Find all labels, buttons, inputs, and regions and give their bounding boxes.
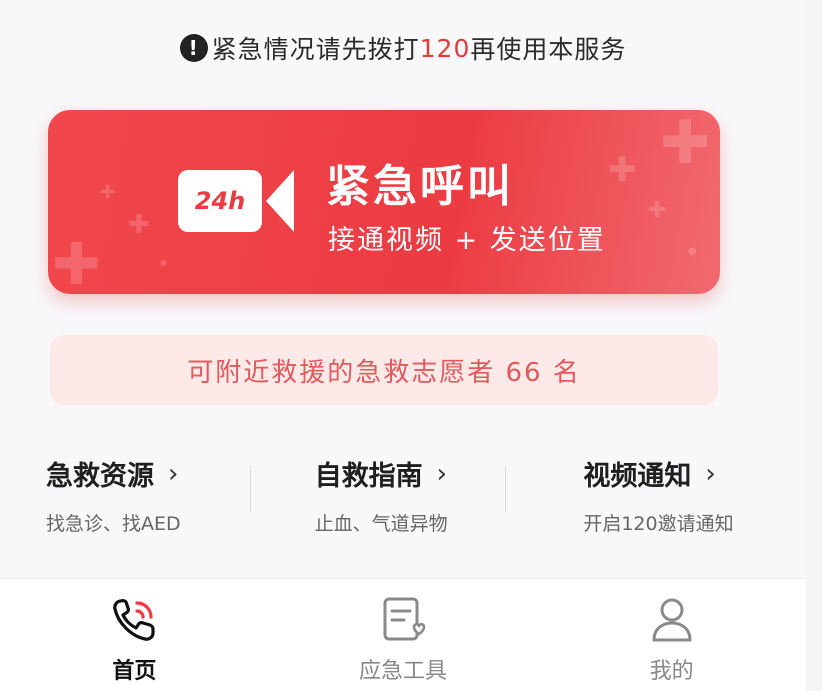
camera-24h-label: 24h <box>194 187 246 215</box>
notice-suffix: 再使用本服务 <box>470 35 627 64</box>
tab-label: 首页 <box>112 659 157 684</box>
cross-decoration-icon: ✚ <box>648 198 667 223</box>
notice-number: 120 <box>419 33 471 63</box>
chevron-right-icon: › <box>436 458 448 489</box>
resource-emergency-resources[interactable]: 急救资源 › 找急诊、找AED <box>0 440 269 550</box>
tab-profile[interactable]: 我的 <box>537 579 806 691</box>
resource-links: 急救资源 › 找急诊、找AED 自救指南 › 止血、气道异物 视频通知 › 开启… <box>0 440 806 550</box>
volunteer-count-banner[interactable]: 可附近救援的急救志愿者 66 名 <box>50 335 718 405</box>
divider <box>250 466 251 512</box>
cross-decoration-icon: ● <box>688 246 697 257</box>
divider <box>505 466 506 512</box>
resource-title: 急救资源 <box>46 461 154 492</box>
resource-subtitle: 找急诊、找AED <box>46 513 181 535</box>
video-camera-24h-icon: 24h <box>178 166 338 236</box>
camera-body: 24h <box>178 170 262 232</box>
cross-decoration-icon: ✚ <box>128 210 150 240</box>
resource-self-rescue-guide[interactable]: 自救指南 › 止血、气道异物 <box>269 440 538 550</box>
resource-subtitle: 开启120邀请通知 <box>583 513 734 535</box>
exclamation-icon: ! <box>179 34 208 62</box>
tab-home[interactable]: 首页 <box>0 579 269 691</box>
tab-emergency-tools[interactable]: 应急工具 <box>269 579 538 691</box>
cross-decoration-icon: ✚ <box>52 230 101 294</box>
cross-decoration-icon: ✚ <box>100 182 116 203</box>
chevron-right-icon: › <box>168 458 179 489</box>
resource-video-notification[interactable]: 视频通知 › 开启120邀请通知 <box>537 440 806 550</box>
hero-subtitle: 接通视频 + 发送位置 <box>328 225 606 256</box>
user-icon <box>652 598 692 642</box>
volunteer-count-text: 可附近救援的急救志愿者 66 名 <box>187 357 581 388</box>
resource-title: 自救指南 <box>314 461 423 492</box>
emergency-notice: ! 紧急情况请先拨打 120 再使用本服务 <box>0 28 806 68</box>
hero-title: 紧急呼叫 <box>326 161 514 212</box>
document-heart-icon <box>383 597 426 641</box>
tab-label: 应急工具 <box>359 659 448 684</box>
phone-call-icon <box>113 598 155 641</box>
notice-prefix: 紧急情况请先拨打 <box>211 35 420 64</box>
resource-title: 视频通知 <box>583 461 692 492</box>
chevron-right-icon: › <box>705 458 716 489</box>
bottom-tab-bar: 首页 应急工具 我的 <box>0 578 806 691</box>
cross-decoration-icon: ● <box>160 258 167 267</box>
cross-decoration-icon: ✚ <box>608 150 637 190</box>
resource-title-row: 视频通知 › <box>583 454 806 493</box>
app-page: ! 紧急情况请先拨打 120 再使用本服务 ✚ ✚ ✚ ✚ ✚ ✚ ● ● 24… <box>0 0 806 691</box>
resource-title-row: 自救指南 › <box>315 454 538 493</box>
cross-decoration-icon: ✚ <box>660 110 711 178</box>
emergency-call-button[interactable]: ✚ ✚ ✚ ✚ ✚ ✚ ● ● 24h 紧急呼叫 接通视频 + 发送位置 <box>48 110 720 294</box>
camera-lens <box>266 170 294 232</box>
resource-title-row: 急救资源 › <box>46 454 269 493</box>
tab-label: 我的 <box>649 659 694 684</box>
resource-subtitle: 止血、气道异物 <box>314 513 448 535</box>
